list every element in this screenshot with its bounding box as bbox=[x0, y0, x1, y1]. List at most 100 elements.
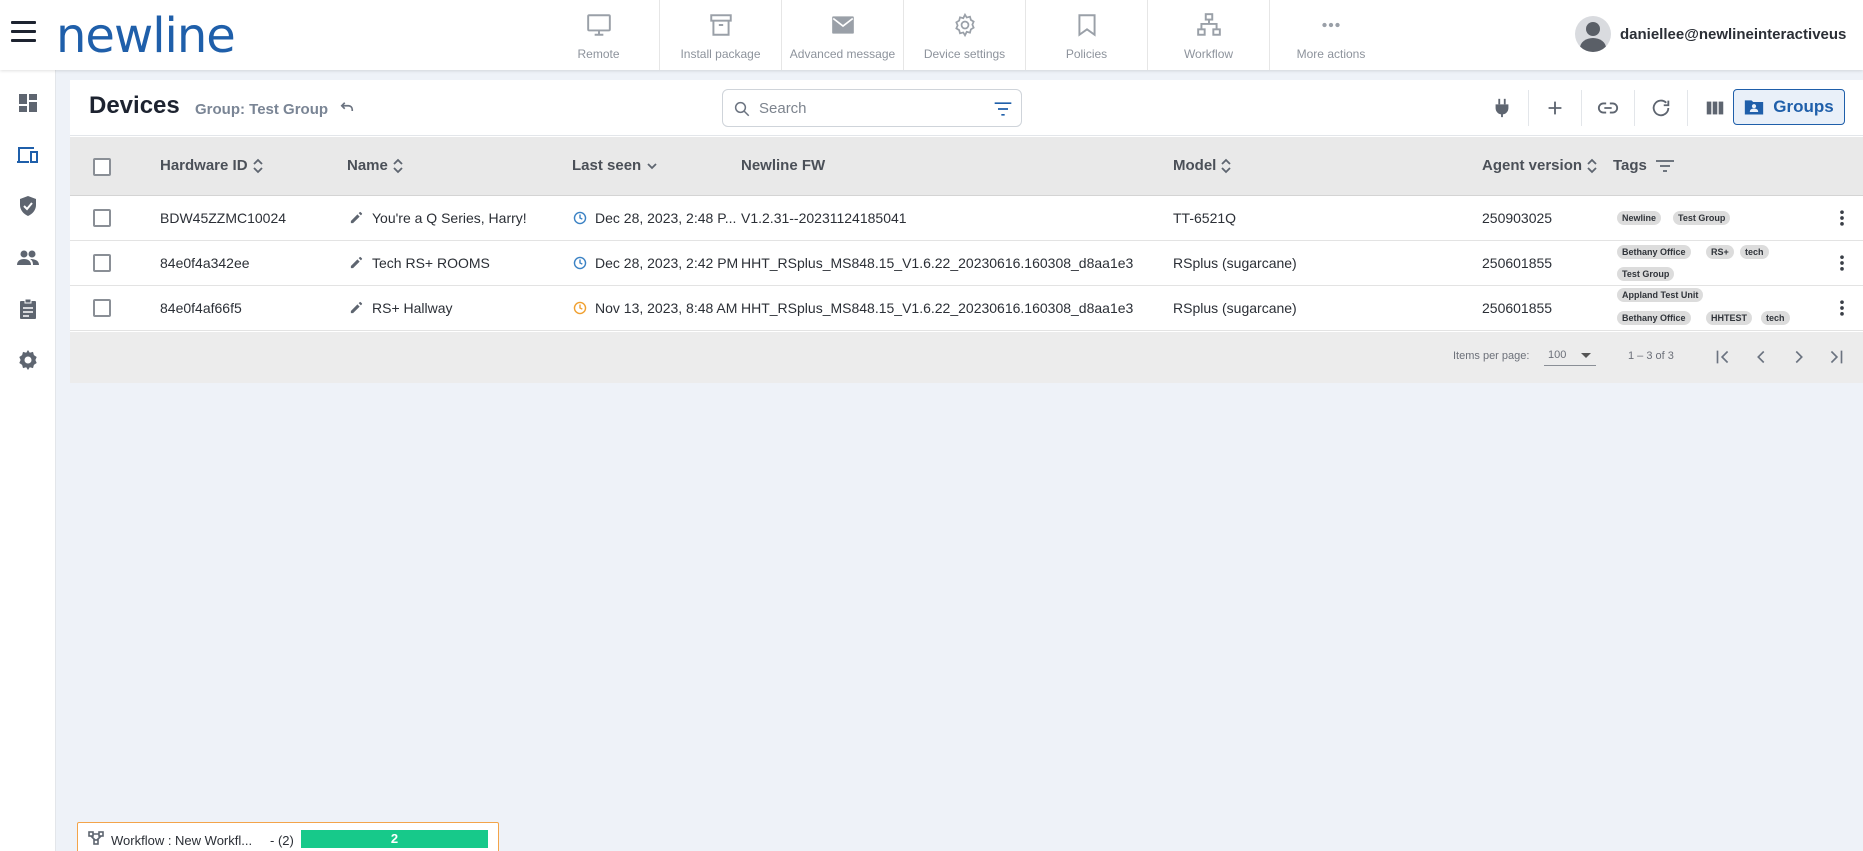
column-name[interactable]: Name bbox=[347, 157, 403, 174]
tag-chip[interactable]: tech bbox=[1761, 311, 1790, 325]
next-page-icon[interactable] bbox=[1788, 346, 1810, 368]
plus-icon bbox=[1548, 101, 1562, 115]
remote-button[interactable]: Remote bbox=[538, 0, 660, 70]
refresh-icon bbox=[1652, 99, 1670, 117]
dashboard-icon bbox=[19, 94, 37, 112]
column-hardware-id[interactable]: Hardware ID bbox=[160, 157, 263, 174]
sidebar-item-reports[interactable] bbox=[0, 289, 56, 329]
last-page-icon[interactable] bbox=[1825, 346, 1847, 368]
undo-icon[interactable] bbox=[338, 99, 356, 117]
workflow-button[interactable]: Workflow bbox=[1148, 0, 1270, 70]
filter-icon[interactable] bbox=[993, 100, 1013, 118]
devices-header: Devices Group: Test Group Search Groups bbox=[70, 80, 1863, 136]
tag-chip[interactable]: tech bbox=[1740, 245, 1769, 259]
advanced-message-label: Advanced message bbox=[789, 47, 896, 61]
archive-box-icon bbox=[709, 14, 732, 36]
hardware-id: 84e0f4a342ee bbox=[160, 255, 250, 271]
tag-chip[interactable]: HHTEST bbox=[1706, 311, 1752, 325]
table-header: Hardware ID Name Last seen Newline FW Mo… bbox=[70, 137, 1863, 196]
link-button[interactable] bbox=[1582, 90, 1635, 126]
search-icon bbox=[734, 101, 750, 117]
hardware-id: BDW45ZZMC10024 bbox=[160, 210, 287, 226]
column-model[interactable]: Model bbox=[1173, 157, 1231, 174]
tag-chip[interactable]: Newline bbox=[1617, 211, 1662, 225]
tag-chip[interactable]: Test Group bbox=[1617, 267, 1675, 281]
advanced-message-button[interactable]: Advanced message bbox=[782, 0, 904, 70]
top-actions: Remote Install package Advanced message … bbox=[538, 0, 1392, 70]
workflow-label: Workflow : New Workfl... bbox=[111, 833, 253, 848]
install-package-label: Install package bbox=[680, 47, 761, 61]
column-label: Newline FW bbox=[741, 157, 826, 174]
column-label: Agent version bbox=[1482, 157, 1583, 174]
refresh-button[interactable] bbox=[1635, 90, 1688, 126]
more-vert-icon[interactable] bbox=[1832, 298, 1852, 318]
device-name: Tech RS+ ROOMS bbox=[372, 255, 490, 271]
prev-page-icon[interactable] bbox=[1750, 346, 1772, 368]
workflow-status-bar[interactable]: Workflow : New Workfl... - (2) 2 bbox=[77, 822, 499, 851]
column-agent-version[interactable]: Agent version bbox=[1482, 157, 1597, 174]
pencil-icon[interactable] bbox=[349, 300, 364, 315]
workflow-progress-bar: 2 bbox=[301, 830, 488, 848]
tag-chip[interactable]: Appland Test Unit bbox=[1617, 288, 1704, 302]
sidebar-item-dashboard[interactable] bbox=[0, 83, 56, 123]
pencil-icon[interactable] bbox=[349, 255, 364, 270]
select-all-checkbox[interactable] bbox=[93, 158, 111, 176]
add-device-button[interactable] bbox=[1529, 90, 1582, 126]
clock-icon bbox=[573, 256, 587, 270]
shield-check-icon bbox=[20, 196, 36, 216]
row-checkbox[interactable] bbox=[93, 299, 111, 317]
tag-chip[interactable]: Bethany Office bbox=[1617, 245, 1691, 259]
top-bar: newline Remote Install package Advanced … bbox=[0, 0, 1863, 70]
column-newline-fw[interactable]: Newline FW bbox=[741, 157, 825, 174]
newline-logo[interactable]: newline bbox=[56, 6, 236, 66]
device-settings-button[interactable]: Device settings bbox=[904, 0, 1026, 70]
device-name: You're a Q Series, Harry! bbox=[372, 210, 527, 226]
sort-icon bbox=[1587, 158, 1597, 173]
monitor-icon bbox=[586, 14, 611, 36]
items-per-page-select[interactable]: 100 bbox=[1544, 344, 1596, 366]
menu-icon[interactable] bbox=[11, 21, 37, 45]
install-package-button[interactable]: Install package bbox=[660, 0, 782, 70]
row-checkbox[interactable] bbox=[93, 254, 111, 272]
tag-chip[interactable]: Test Group bbox=[1673, 211, 1731, 225]
range-label: 1 – 3 of 3 bbox=[1628, 350, 1674, 362]
tag-chip[interactable]: Bethany Office bbox=[1617, 311, 1691, 325]
sidebar-item-users[interactable] bbox=[0, 238, 56, 278]
column-last-seen[interactable]: Last seen bbox=[572, 157, 658, 174]
policies-label: Policies bbox=[1065, 47, 1108, 61]
items-per-page-label: Items per page: bbox=[1453, 350, 1530, 362]
table-row[interactable]: 84e0f4a342ee Tech RS+ ROOMS Dec 28, 2023… bbox=[70, 241, 1863, 286]
newline-fw: V1.2.31--20231124185041 bbox=[741, 210, 907, 226]
connect-button[interactable] bbox=[1476, 90, 1529, 126]
column-tags[interactable]: Tags bbox=[1613, 157, 1675, 174]
sidebar-item-security[interactable] bbox=[0, 186, 56, 226]
hardware-id: 84e0f4af66f5 bbox=[160, 300, 242, 316]
plug-icon bbox=[1495, 98, 1509, 118]
table-row[interactable]: 84e0f4af66f5 RS+ Hallway Nov 13, 2023, 8… bbox=[70, 286, 1863, 331]
last-seen: Nov 13, 2023, 8:48 AM bbox=[595, 300, 737, 316]
columns-icon bbox=[1706, 101, 1723, 115]
more-vert-icon[interactable] bbox=[1832, 208, 1852, 228]
row-checkbox[interactable] bbox=[93, 209, 111, 227]
more-vert-icon[interactable] bbox=[1832, 253, 1852, 273]
sidebar-item-devices[interactable] bbox=[0, 135, 56, 175]
policies-button[interactable]: Policies bbox=[1026, 0, 1148, 70]
search-input[interactable] bbox=[759, 98, 979, 118]
user-menu[interactable]: daniellee@newlineinteractiveus bbox=[1575, 16, 1846, 52]
column-label: Name bbox=[347, 157, 388, 174]
model: RSplus (sugarcane) bbox=[1173, 300, 1297, 316]
groups-button[interactable]: Groups bbox=[1733, 89, 1845, 125]
sort-icon bbox=[252, 158, 263, 173]
workflow-label: Workflow bbox=[1183, 47, 1234, 61]
agent-version: 250601855 bbox=[1482, 255, 1553, 271]
clock-icon bbox=[573, 301, 587, 315]
pencil-icon[interactable] bbox=[349, 210, 364, 225]
table-row[interactable]: BDW45ZZMC10024 You're a Q Series, Harry!… bbox=[70, 196, 1863, 241]
newline-fw: HHT_RSplus_MS848.15_V1.6.22_20230616.160… bbox=[741, 255, 1134, 271]
sidebar-item-settings[interactable] bbox=[0, 340, 56, 380]
tag-chip[interactable]: RS+ bbox=[1706, 245, 1734, 259]
items-per-page-value: 100 bbox=[1548, 349, 1567, 361]
first-page-icon[interactable] bbox=[1712, 346, 1734, 368]
groups-label: Groups bbox=[1773, 97, 1834, 116]
more-actions-button[interactable]: More actions bbox=[1270, 0, 1392, 70]
